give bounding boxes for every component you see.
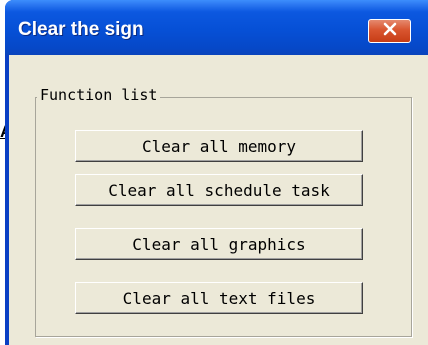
clear-sign-dialog: Clear the sign Function list Clear all m…: [5, 0, 428, 345]
function-list-legend: Function list: [37, 85, 161, 105]
clear-all-text-files-button[interactable]: Clear all text files: [75, 282, 363, 314]
clear-all-memory-button[interactable]: Clear all memory: [75, 130, 363, 162]
clear-all-graphics-button[interactable]: Clear all graphics: [75, 228, 363, 260]
title-bar[interactable]: Clear the sign: [5, 0, 428, 55]
clear-all-schedule-task-button[interactable]: Clear all schedule task: [75, 174, 363, 206]
dialog-client-area: Function list Clear all memory Clear all…: [9, 55, 428, 345]
close-icon: [382, 22, 398, 41]
close-button[interactable]: [368, 19, 411, 43]
dialog-title: Clear the sign: [18, 19, 144, 40]
screen: A Clear the sign Function list Clear all…: [0, 0, 428, 345]
